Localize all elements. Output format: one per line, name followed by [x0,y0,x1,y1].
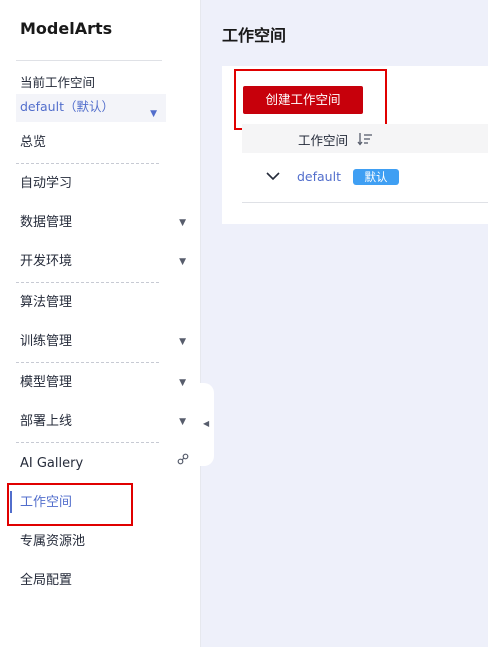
create-workspace-button[interactable]: 创建工作空间 [243,86,363,114]
caret-down-icon: ▼ [179,337,186,347]
caret-down-icon: ▼ [179,417,186,427]
default-badge: 默认 [353,169,399,185]
workspace-label: 当前工作空间 [20,75,96,90]
table-header: 工作空间 [242,124,488,153]
caret-left-icon: ◀ [203,419,210,428]
sidebar: ModelArts 当前工作空间 default（默认） ▼ 总览 自动学习 数… [0,0,201,647]
sidebar-item-dev-environment[interactable]: 开发环境 ▼ [20,252,190,272]
sidebar-item-dedicated-pool[interactable]: 专属资源池 [20,532,190,552]
divider [16,442,159,443]
sidebar-item-label: 总览 [20,135,47,150]
workspace-select-value: default（默认） [20,99,114,114]
sidebar-collapse-button[interactable]: ◀ [200,383,214,466]
sidebar-item-algorithm-management[interactable]: 算法管理 [20,293,190,313]
sidebar-item-overview[interactable]: 总览 [20,133,190,153]
sidebar-item-label: 模型管理 [20,375,73,390]
sidebar-item-label: 算法管理 [20,295,73,310]
page-title: 工作空间 [222,26,287,45]
sidebar-item-label: 开发环境 [20,254,73,269]
sidebar-item-ai-gallery[interactable]: AI Gallery [20,453,190,474]
workspace-name-link[interactable]: default [297,169,341,184]
caret-down-icon: ▼ [179,218,186,228]
link-icon [177,453,189,465]
sidebar-item-label: 专属资源池 [20,534,86,549]
divider [16,163,159,164]
table-row: default 默认 [242,153,488,203]
sidebar-item-training-management[interactable]: 训练管理 ▼ [20,332,190,352]
sidebar-item-label: AI Gallery [20,456,84,471]
sidebar-item-label: 训练管理 [20,334,73,349]
sidebar-item-label: 全局配置 [20,573,73,588]
caret-down-icon: ▼ [179,378,186,388]
sort-descending-icon[interactable] [357,132,373,146]
column-header-workspace: 工作空间 [298,133,349,148]
sidebar-item-auto-learning[interactable]: 自动学习 [20,174,190,194]
sidebar-item-model-management[interactable]: 模型管理 ▼ [20,373,190,393]
sidebar-item-label: 部署上线 [20,414,73,429]
app-title: ModelArts [20,19,113,38]
caret-down-icon: ▼ [179,257,186,267]
sidebar-item-label: 数据管理 [20,215,73,230]
chevron-down-icon[interactable] [266,171,280,181]
highlight-box [7,483,133,526]
caret-down-icon: ▼ [150,109,157,119]
divider [16,362,159,363]
divider [16,282,159,283]
sidebar-item-global-config[interactable]: 全局配置 [20,571,190,591]
sidebar-item-data-management[interactable]: 数据管理 ▼ [20,213,190,233]
sidebar-item-deployment[interactable]: 部署上线 ▼ [20,412,190,432]
sidebar-item-label: 自动学习 [20,176,73,191]
divider [16,60,162,61]
workspace-select[interactable]: default（默认） ▼ [16,94,166,122]
